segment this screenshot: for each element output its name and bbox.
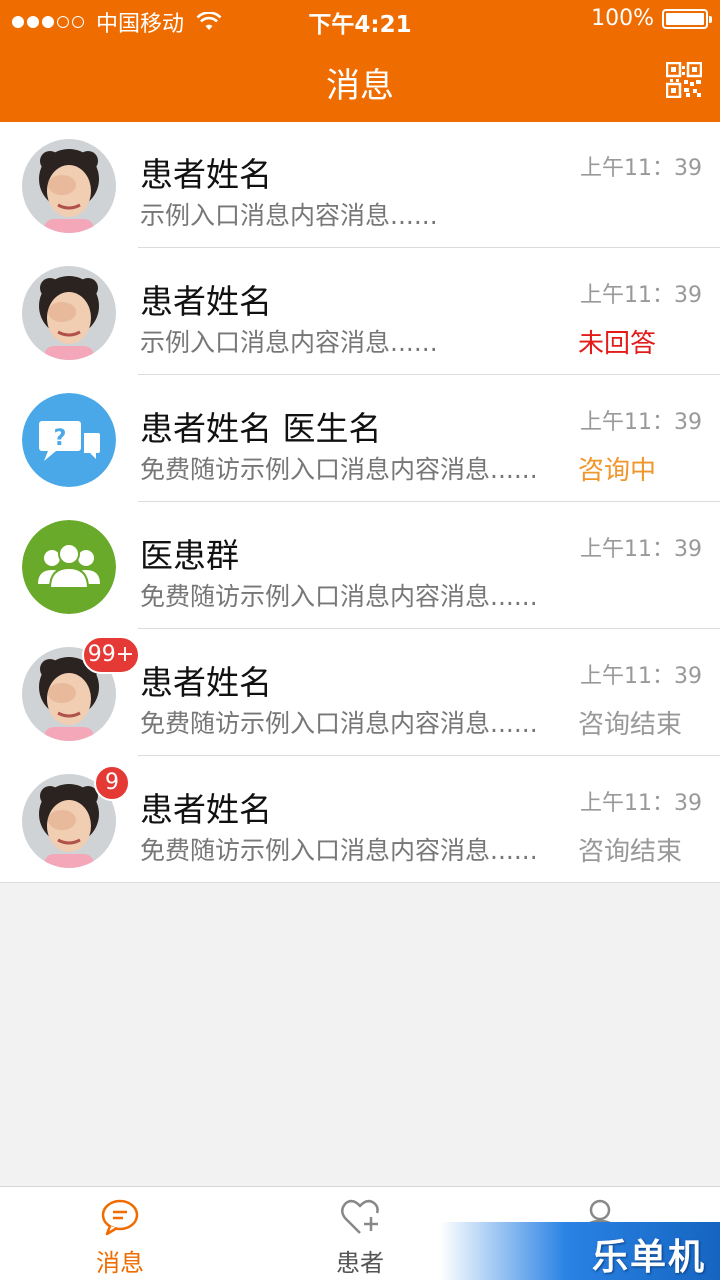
message-row[interactable]: 患者姓名 示例入口消息内容消息...... 上午11：39: [0, 122, 720, 248]
message-time: 上午11：39: [580, 664, 702, 689]
status-label: 咨询结束: [578, 837, 683, 867]
message-preview: 免费随访示例入口消息内容消息......: [140, 709, 538, 738]
tab-messages[interactable]: 消息: [0, 1187, 240, 1280]
patient-avatar: [22, 266, 116, 360]
message-row[interactable]: 医患群 免费随访示例入口消息内容消息...... 上午11：39: [0, 503, 720, 629]
status-label: 咨询中: [578, 456, 657, 486]
contact-name: 患者姓名 医生名: [140, 409, 382, 448]
status-bar: 中国移动 下午4:21 100%: [0, 0, 720, 40]
message-time: 上午11：39: [580, 791, 702, 816]
row-divider: [138, 755, 720, 756]
status-right: 100%: [591, 6, 712, 31]
patient-avatar: [22, 139, 116, 233]
contact-name: 患者姓名: [140, 663, 272, 702]
message-row[interactable]: 患者姓名 示例入口消息内容消息...... 上午11：39 未回答: [0, 249, 720, 375]
message-preview: 免费随访示例入口消息内容消息......: [140, 836, 538, 865]
unread-badge: 9: [94, 765, 130, 801]
message-time: 上午11：39: [580, 156, 702, 181]
message-time: 上午11：39: [580, 537, 702, 562]
watermark: 乐单机: [440, 1222, 720, 1280]
message-list: 患者姓名 示例入口消息内容消息...... 上午11：39 患者姓名 示例入口消…: [0, 122, 720, 883]
message-preview: 示例入口消息内容消息......: [140, 328, 438, 357]
message-preview: 示例入口消息内容消息......: [140, 201, 438, 230]
battery-icon: [662, 8, 712, 29]
page-title: 消息: [326, 66, 394, 106]
contact-name: 患者姓名: [140, 790, 272, 829]
row-divider: [138, 628, 720, 629]
unread-badge: 99+: [82, 636, 140, 674]
chat-bubble-icon: [101, 1199, 139, 1236]
status-label: 咨询结束: [578, 710, 683, 740]
svg-text:?: ?: [54, 426, 67, 451]
row-divider: [138, 374, 720, 375]
status-label: 未回答: [578, 329, 657, 359]
battery-percent: 100%: [591, 6, 654, 31]
message-preview: 免费随访示例入口消息内容消息......: [140, 455, 538, 484]
watermark-text: 乐单机: [591, 1237, 706, 1278]
message-row[interactable]: 9 患者姓名 免费随访示例入口消息内容消息...... 上午11：39 咨询结束: [0, 757, 720, 883]
qr-code-icon[interactable]: [666, 62, 702, 98]
row-divider: [138, 247, 720, 248]
heart-plus-icon: [341, 1199, 379, 1234]
message-time: 上午11：39: [580, 283, 702, 308]
tab-label: 消息: [96, 1249, 144, 1277]
app-header: 中国移动 下午4:21 100% 消息: [0, 0, 720, 122]
contact-name: 患者姓名: [140, 282, 272, 321]
contact-name: 医患群: [140, 536, 239, 575]
message-row[interactable]: ? 患者姓名 医生名 免费随访示例入口消息内容消息...... 上午11：39 …: [0, 376, 720, 502]
message-preview: 免费随访示例入口消息内容消息......: [140, 582, 538, 611]
row-divider: [0, 882, 720, 883]
group-icon: [22, 520, 116, 614]
message-row[interactable]: 99+ 患者姓名 免费随访示例入口消息内容消息...... 上午11：39 咨询…: [0, 630, 720, 756]
row-divider: [138, 501, 720, 502]
chat-question-icon: ?: [22, 393, 116, 487]
message-time: 上午11：39: [580, 410, 702, 435]
contact-name: 患者姓名: [140, 155, 272, 194]
